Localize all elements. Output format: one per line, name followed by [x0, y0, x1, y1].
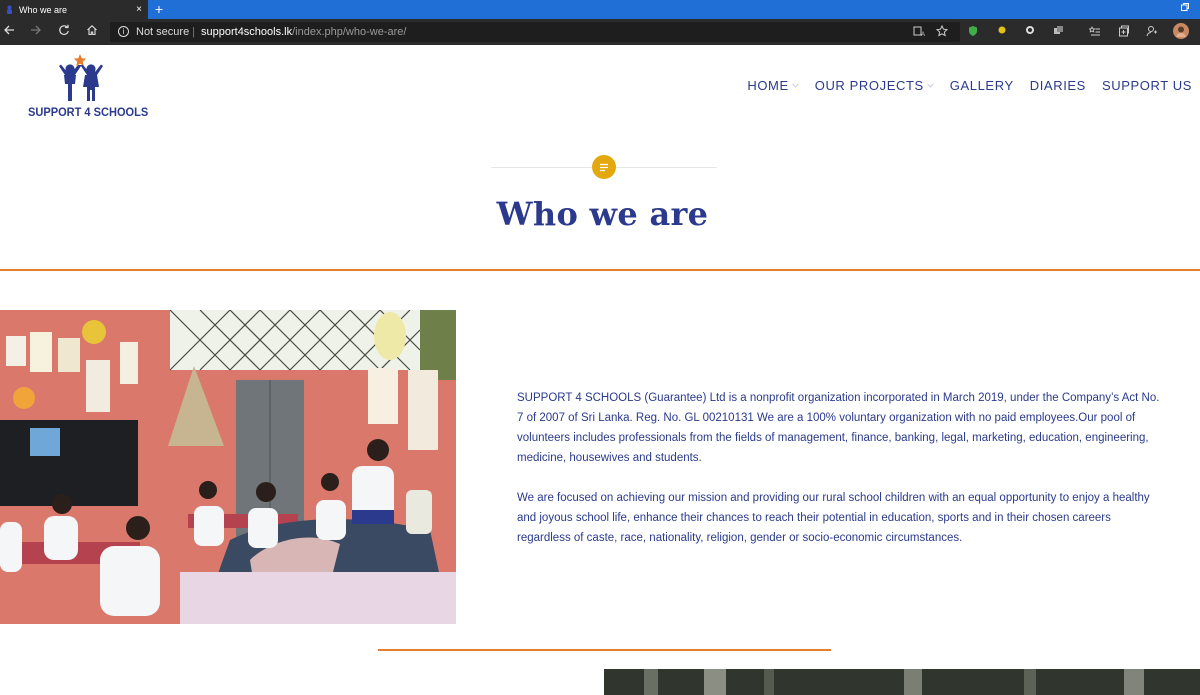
restore-window-icon[interactable]: [1178, 2, 1192, 16]
home-icon[interactable]: [83, 23, 101, 41]
back-arrow-icon[interactable]: [0, 23, 18, 41]
address-separator: |: [192, 26, 195, 38]
url-host: support4schools.lk: [201, 26, 293, 38]
read-aloud-icon[interactable]: A: [912, 25, 926, 39]
nav-item-label: OUR PROJECTS: [814, 78, 924, 93]
tab-close-icon[interactable]: ×: [133, 4, 145, 15]
refresh-icon[interactable]: [55, 23, 73, 41]
nav-item-label: GALLERY: [949, 78, 1014, 93]
chevron-down-icon: [791, 81, 799, 90]
logo-children-icon: [59, 54, 103, 101]
content-divider: [378, 649, 831, 651]
svg-text:A: A: [921, 32, 925, 37]
forward-arrow-icon[interactable]: [27, 23, 45, 41]
classroom-photo: [0, 310, 456, 624]
section-divider: [0, 269, 1200, 271]
shield-extension-icon[interactable]: [966, 25, 980, 39]
nav-item-gallery[interactable]: GALLERY: [950, 78, 1014, 93]
logo-text: SUPPORT 4 SCHOOLS: [28, 105, 149, 119]
address-bar[interactable]: i Not secure | support4schools.lk/index.…: [110, 22, 960, 42]
extension-icon[interactable]: [1023, 25, 1037, 39]
favorite-star-icon[interactable]: [935, 24, 949, 39]
profile-avatar-icon[interactable]: [1173, 23, 1189, 39]
site-logo[interactable]: SUPPORT 4 SCHOOLS: [28, 54, 149, 120]
browser-tab-bar: Who we are × +: [0, 0, 1200, 19]
about-paragraph: We are focused on achieving our mission …: [517, 492, 1150, 544]
nav-item-label: HOME: [747, 78, 789, 93]
about-text: SUPPORT 4 SCHOOLS (Guarantee) Ltd is a n…: [517, 388, 1162, 548]
tab-title: Who we are: [19, 4, 68, 15]
extension-icon[interactable]: [995, 25, 1009, 39]
collections-icon[interactable]: [1117, 25, 1131, 39]
about-paragraph: SUPPORT 4 SCHOOLS (Guarantee) Ltd is a n…: [517, 392, 1160, 464]
url-text[interactable]: support4schools.lk/index.php/who-we-are/: [201, 22, 406, 42]
feedback-icon[interactable]: [1145, 25, 1159, 39]
nav-item-home[interactable]: HOME: [747, 78, 799, 93]
main-navigation: HOME OUR PROJECTS GALLERY DIARIES SUPPOR…: [731, 78, 1192, 93]
nav-item-support-us[interactable]: SUPPORT US: [1102, 78, 1192, 93]
active-tab[interactable]: Who we are ×: [0, 0, 148, 19]
url-path: /index.php/who-we-are/: [292, 26, 407, 38]
info-icon[interactable]: i: [118, 26, 129, 37]
page-title: Who we are: [496, 195, 709, 233]
browser-toolbar: i Not secure | support4schools.lk/index.…: [0, 19, 1200, 45]
nav-item-our-projects[interactable]: OUR PROJECTS: [815, 78, 934, 93]
new-tab-button[interactable]: +: [151, 1, 167, 17]
nav-item-diaries[interactable]: DIARIES: [1030, 78, 1086, 93]
app-favicon: [5, 5, 14, 14]
nav-item-label: SUPPORT US: [1101, 78, 1192, 93]
favorites-list-icon[interactable]: [1088, 25, 1102, 39]
extension-icon[interactable]: [1051, 25, 1065, 39]
nav-item-label: DIARIES: [1029, 78, 1086, 93]
forest-photo: [604, 669, 1200, 695]
document-icon: [592, 155, 616, 179]
security-label[interactable]: Not secure: [136, 22, 189, 42]
chevron-down-icon: [926, 81, 934, 90]
